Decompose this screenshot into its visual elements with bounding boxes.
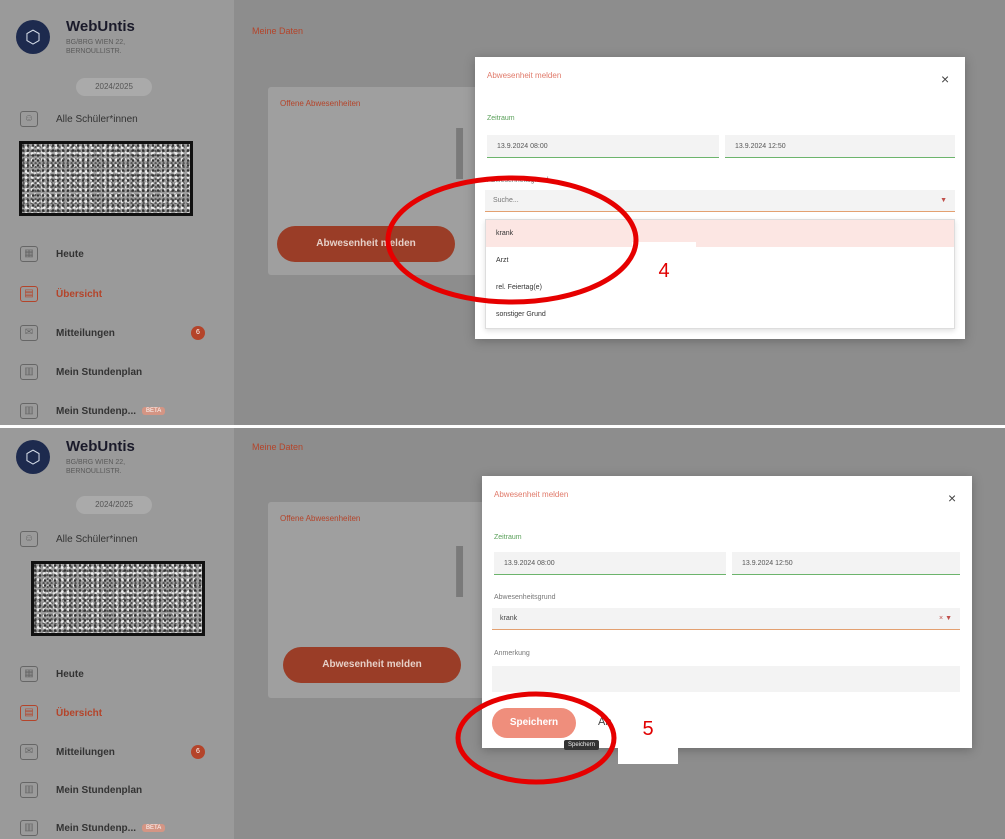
reason-label: Abwesenheitsgrund [487,177,549,184]
sidebar-item-stundenplan[interactable]: ▥ Mein Stundenplan [20,779,225,801]
cancel-button[interactable]: Ab [598,716,611,728]
screenshot-step-4: ⬡ WebUntis BG/BRG WIEN 22, BERNOULLISTR.… [0,0,1005,425]
end-date-field[interactable]: 13.9.2024 12:50 [725,135,955,158]
sidebar-item-label: Heute [56,668,84,680]
all-students-item[interactable]: ☺ Alle Schüler*innen [20,528,225,550]
home-icon: ▦ [20,666,38,682]
option-krank[interactable]: krank [486,220,954,247]
users-icon: ☺ [20,111,38,127]
note-label: Anmerkung [494,650,530,657]
calendar-icon: ▥ [20,820,38,836]
all-students-item[interactable]: ☺ Alle Schüler*innen [20,108,225,130]
option-arzt[interactable]: Arzt [486,247,954,274]
school-name: BG/BRG WIEN 22, BERNOULLISTR. [66,39,126,55]
redacted-student-image [31,561,205,636]
unread-badge: 6 [191,745,205,759]
caret-down-icon[interactable]: × ▼ [939,608,952,630]
sidebar-item-stundenplan[interactable]: ▥ Mein Stundenplan [20,361,225,383]
end-date-field[interactable]: 13.9.2024 12:50 [732,552,960,575]
sidebar-item-uebersicht[interactable]: ▤ Übersicht [20,702,225,724]
start-date-field[interactable]: 13.9.2024 08:00 [494,552,726,575]
period-label: Zeitraum [494,534,522,541]
reason-dropdown: krank Arzt rel. Feiertag(e) sonstiger Gr… [485,219,955,329]
sidebar-item-label: Übersicht [56,707,103,719]
users-icon: ☺ [20,531,38,547]
sidebar-item-label: Mein Stundenplan [56,784,143,796]
note-input[interactable] [492,666,960,692]
mail-icon: ✉ [20,325,38,341]
overview-icon: ▤ [20,286,38,302]
brand-name: WebUntis [66,18,135,35]
close-icon[interactable]: × [948,490,956,506]
sidebar-item-label: Mitteilungen [56,327,115,339]
home-icon: ▦ [20,246,38,262]
calendar-icon: ▥ [20,782,38,798]
reason-search-input[interactable]: Suche... ▼ [485,190,955,212]
sidebar-item-mitteilungen[interactable]: ✉ Mitteilungen 6 [20,741,225,763]
sidebar-item-heute[interactable]: ▦ Heute [20,663,225,685]
start-date-field[interactable]: 13.9.2024 08:00 [487,135,719,158]
sidebar-item-label: Mein Stundenp... [56,405,136,417]
school-year-selector[interactable]: 2024/2025 [76,496,152,514]
sidebar: ⬡ WebUntis BG/BRG WIEN 22, BERNOULLISTR.… [0,428,234,839]
sidebar-item-uebersicht[interactable]: ▤ Übersicht [20,283,225,305]
selected-reason: krank [500,615,518,622]
screenshot-step-5: ⬡ WebUntis BG/BRG WIEN 22, BERNOULLISTR.… [0,428,1005,839]
reason-select[interactable]: krank × ▼ [492,608,960,630]
report-absence-button[interactable]: Abwesenheit melden [277,226,455,262]
brand-name: WebUntis [66,438,135,455]
sidebar: ⬡ WebUntis BG/BRG WIEN 22, BERNOULLISTR.… [0,0,234,425]
reason-label: Abwesenheitsgrund [494,594,556,601]
period-label: Zeitraum [487,115,515,122]
calendar-icon: ▥ [20,364,38,380]
absence-dialog: Abwesenheit melden × Zeitraum 13.9.2024 … [475,57,965,339]
sidebar-item-stundenplan-beta[interactable]: ▥ Mein Stundenp... BETA [20,400,225,422]
card-title: Offene Abwesenheiten [280,514,361,523]
page-title: Meine Daten [252,26,304,36]
search-placeholder: Suche... [493,197,519,204]
redacted-student-image [19,141,193,216]
all-students-label: Alle Schüler*innen [56,533,138,545]
sidebar-item-label: Mitteilungen [56,746,115,758]
all-students-label: Alle Schüler*innen [56,113,138,125]
cube-logo-icon[interactable]: ⬡ [16,440,50,474]
page-title: Meine Daten [252,442,304,452]
school-year-selector[interactable]: 2024/2025 [76,78,152,96]
sidebar-item-mitteilungen[interactable]: ✉ Mitteilungen 6 [20,322,225,344]
option-sonstiger-grund[interactable]: sonstiger Grund [486,301,954,328]
unread-badge: 6 [191,326,205,340]
sidebar-item-label: Heute [56,248,84,260]
option-feiertag[interactable]: rel. Feiertag(e) [486,274,954,301]
beta-tag: BETA [142,824,166,832]
mail-icon: ✉ [20,744,38,760]
empty-state-icon: | [452,537,468,597]
school-name: BG/BRG WIEN 22, BERNOULLISTR. [66,459,126,475]
close-icon[interactable]: × [941,71,949,87]
step-number-box: 5 [618,694,678,764]
sidebar-item-label: Mein Stundenp... [56,822,136,834]
sidebar-item-heute[interactable]: ▦ Heute [20,243,225,265]
dialog-title: Abwesenheit melden [487,71,562,80]
sidebar-item-label: Übersicht [56,288,103,300]
dialog-title: Abwesenheit melden [494,490,569,499]
caret-down-icon[interactable]: ▼ [940,190,947,212]
beta-tag: BETA [142,407,166,415]
absence-dialog: Abwesenheit melden × Zeitraum 13.9.2024 … [482,476,972,750]
report-absence-button[interactable]: Abwesenheit melden [283,647,461,683]
calendar-icon: ▥ [20,403,38,419]
sidebar-item-label: Mein Stundenplan [56,366,143,378]
save-tooltip: Speichern [564,740,600,750]
sidebar-item-stundenplan-beta[interactable]: ▥ Mein Stundenp... BETA [20,817,225,839]
step-number-box: 4 [632,242,696,300]
empty-state-icon: | [452,119,468,179]
cube-logo-icon[interactable]: ⬡ [16,20,50,54]
save-button[interactable]: Speichern [492,708,576,738]
card-title: Offene Abwesenheiten [280,99,361,108]
overview-icon: ▤ [20,705,38,721]
